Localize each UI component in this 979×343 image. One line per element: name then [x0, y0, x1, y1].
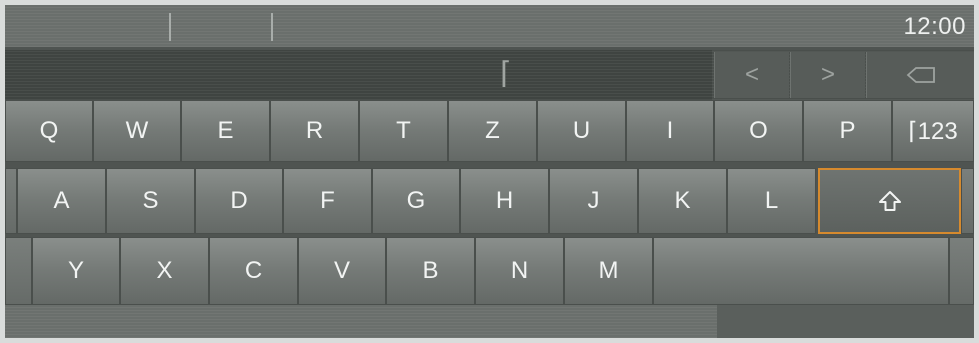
keyboard-row-3: Y X C V B N M: [5, 237, 974, 305]
key-spacer-right: [961, 168, 974, 234]
key-spacer-left: [5, 237, 32, 305]
keyboard-row-2: A S D F G H J K L: [5, 168, 974, 234]
bottom-bar-panel: [717, 305, 974, 338]
key-d[interactable]: D: [195, 168, 283, 234]
backspace-icon: [906, 66, 936, 84]
key-r[interactable]: R: [270, 100, 359, 162]
backspace-button[interactable]: [866, 52, 974, 98]
key-c[interactable]: C: [209, 237, 298, 305]
key-a[interactable]: A: [17, 168, 106, 234]
key-f[interactable]: F: [283, 168, 372, 234]
cursor-right-button[interactable]: >: [790, 52, 865, 98]
status-separator: [271, 13, 273, 41]
chevron-right-icon: >: [820, 61, 835, 88]
key-o[interactable]: O: [714, 100, 803, 162]
key-e[interactable]: E: [181, 100, 270, 162]
shift-key[interactable]: [818, 168, 961, 234]
key-k[interactable]: K: [638, 168, 727, 234]
key-spacer-left: [5, 168, 17, 234]
status-separator: [169, 13, 171, 41]
bottom-bar: [5, 305, 974, 338]
key-s[interactable]: S: [106, 168, 195, 234]
text-field[interactable]: ⌈: [5, 50, 712, 100]
key-x[interactable]: X: [120, 237, 209, 305]
key-p[interactable]: P: [803, 100, 892, 162]
key-t[interactable]: T: [359, 100, 448, 162]
key-m[interactable]: M: [564, 237, 653, 305]
key-z[interactable]: Z: [448, 100, 537, 162]
key-v[interactable]: V: [298, 237, 386, 305]
status-bar: 12:00: [5, 5, 974, 47]
key-spacer-right: [949, 237, 974, 305]
chevron-left-icon: <: [744, 61, 759, 88]
key-u[interactable]: U: [537, 100, 626, 162]
key-i[interactable]: I: [626, 100, 714, 162]
key-w[interactable]: W: [93, 100, 181, 162]
key-h[interactable]: H: [460, 168, 549, 234]
space-key[interactable]: [653, 237, 949, 305]
key-j[interactable]: J: [549, 168, 638, 234]
keyboard-row-1: Q W E R T Z U I O P ⌈123: [5, 100, 974, 162]
key-n[interactable]: N: [475, 237, 564, 305]
input-bar: ⌈ < >: [5, 50, 974, 100]
key-q[interactable]: Q: [5, 100, 93, 162]
clock: 12:00: [903, 13, 966, 40]
cursor-left-button[interactable]: <: [714, 52, 789, 98]
key-mode-123[interactable]: ⌈123: [892, 100, 974, 162]
key-l[interactable]: L: [727, 168, 816, 234]
key-y[interactable]: Y: [32, 237, 120, 305]
key-g[interactable]: G: [372, 168, 460, 234]
key-b[interactable]: B: [386, 237, 475, 305]
shift-arrow-icon: [877, 189, 903, 213]
screen: 12:00 ⌈ < > Q W E R T Z U I O P ⌈123 A S…: [5, 5, 974, 338]
text-cursor: ⌈: [500, 57, 512, 90]
